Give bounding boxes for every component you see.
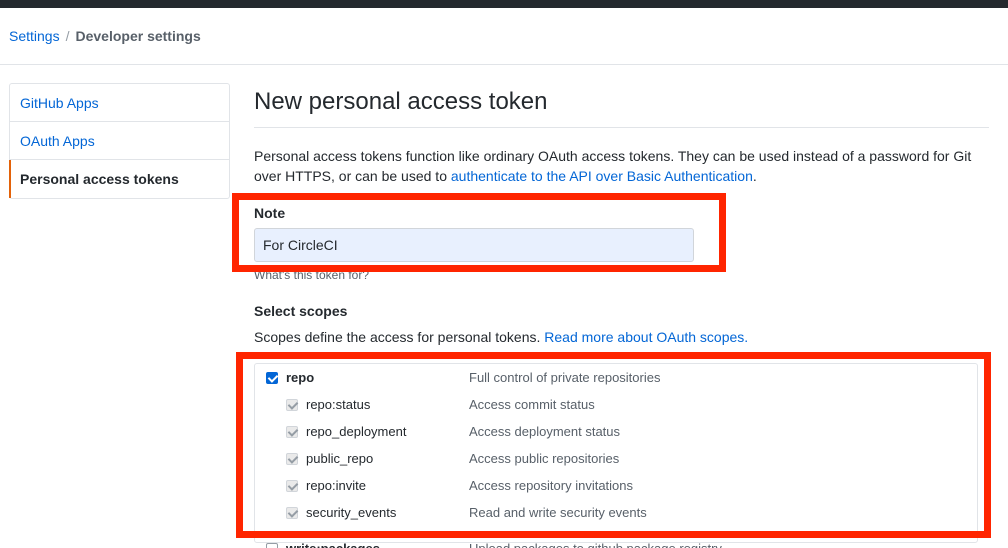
select-scopes-label: Select scopes xyxy=(254,303,348,319)
page-title: New personal access token xyxy=(254,88,548,115)
oauth-scopes-link[interactable]: Read more about OAuth scopes. xyxy=(544,329,748,345)
developer-settings-sidebar: GitHub Apps OAuth Apps Personal access t… xyxy=(9,83,230,199)
sidebar-item-personal-access-tokens[interactable]: Personal access tokens xyxy=(9,160,229,198)
page-description: Personal access tokens function like ord… xyxy=(254,146,989,186)
breadcrumb-separator: / xyxy=(65,28,70,44)
basic-auth-link[interactable]: authenticate to the API over Basic Authe… xyxy=(451,168,753,184)
sidebar-item-oauth-apps[interactable]: OAuth Apps xyxy=(10,122,229,160)
breadcrumb: Settings / Developer settings xyxy=(9,28,201,44)
description-end: . xyxy=(752,168,757,184)
breadcrumb-settings-link[interactable]: Settings xyxy=(9,28,60,44)
scopes-desc-text: Scopes define the access for personal to… xyxy=(254,329,545,345)
header-divider xyxy=(0,64,1008,65)
title-divider xyxy=(254,127,989,128)
scopes-highlight-annotation xyxy=(236,352,991,538)
scope-description: Upload packages to github package regist… xyxy=(469,538,722,548)
scope-checkbox-write-packages[interactable] xyxy=(266,543,278,548)
scope-row-write-packages: write:packages Upload packages to github… xyxy=(255,538,979,548)
sidebar-item-github-apps[interactable]: GitHub Apps xyxy=(10,84,229,122)
note-highlight-annotation xyxy=(232,193,726,272)
top-navigation-bar xyxy=(0,0,1008,8)
scopes-description: Scopes define the access for personal to… xyxy=(254,328,748,346)
breadcrumb-current: Developer settings xyxy=(75,28,201,44)
scope-name: write:packages xyxy=(286,538,380,548)
